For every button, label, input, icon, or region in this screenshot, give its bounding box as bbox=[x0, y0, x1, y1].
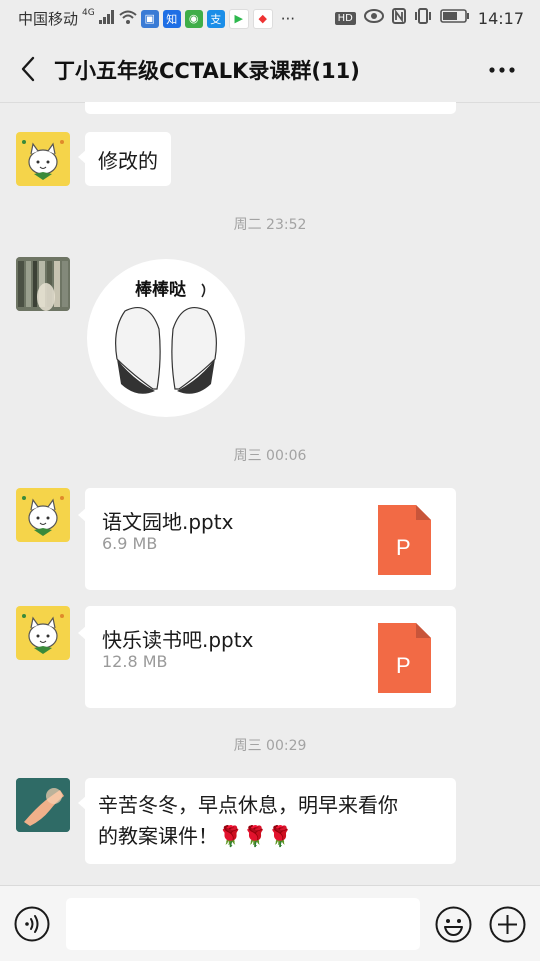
hands-illustration bbox=[115, 283, 217, 394]
voice-button[interactable] bbox=[14, 906, 50, 942]
message-input[interactable] bbox=[66, 898, 420, 950]
status-bar: 中国移动 4G ▣ 知 ◉ 支 ▶ ◆ ··· HD 14:17 bbox=[0, 0, 540, 36]
alipay-icon: 支 bbox=[206, 9, 225, 28]
back-button[interactable] bbox=[12, 53, 44, 85]
file-icon-letter: P bbox=[396, 535, 411, 560]
timestamp: 周二 23:52 bbox=[233, 217, 307, 233]
input-bar bbox=[0, 885, 540, 961]
voice-icon bbox=[14, 906, 50, 942]
chat-header: 丁小五年级CCTALK录课群(11) bbox=[0, 36, 540, 103]
message-bubble[interactable]: 辛苦冬冬，早点休息，明早来看你 的教案课件！🌹🌹🌹 bbox=[78, 778, 456, 864]
vibrate-icon bbox=[414, 8, 432, 28]
clock: 14:17 bbox=[477, 8, 524, 28]
chat-title: 丁小五年级CCTALK录课群(11) bbox=[54, 59, 360, 83]
file-message[interactable]: 快乐读书吧.pptx 12.8 MB P bbox=[78, 606, 456, 708]
app-notification-icon: ▣ bbox=[140, 9, 159, 28]
signal-icon bbox=[98, 9, 115, 28]
message-text-line: 的教案课件！🌹🌹🌹 bbox=[98, 824, 293, 848]
avatar-cat[interactable] bbox=[16, 132, 70, 186]
message-text: 修改的 bbox=[98, 148, 158, 173]
more-dots-icon bbox=[489, 67, 515, 73]
plus-icon bbox=[489, 906, 526, 943]
more-notifications-icon: ··· bbox=[280, 9, 296, 28]
network-type: 4G bbox=[82, 7, 95, 18]
eye-icon bbox=[363, 9, 384, 27]
battery-icon bbox=[440, 9, 470, 27]
file-name: 语文园地.pptx bbox=[102, 510, 234, 534]
previous-message-bubble[interactable] bbox=[85, 102, 456, 114]
message-text-line: 辛苦冬冬，早点休息，明早来看你 bbox=[98, 793, 398, 817]
wifi-icon bbox=[119, 10, 137, 28]
zhihu-icon: 知 bbox=[162, 9, 181, 28]
ppt-file-icon: P bbox=[378, 505, 431, 575]
ppt-file-icon: P bbox=[378, 623, 431, 693]
youku-icon: ◆ bbox=[252, 8, 273, 29]
emoji-icon bbox=[435, 906, 472, 943]
hd-badge: HD bbox=[334, 11, 356, 25]
file-message[interactable]: 语文园地.pptx 6.9 MB P bbox=[78, 488, 456, 590]
file-icon-letter: P bbox=[396, 653, 411, 678]
back-arrow-icon bbox=[21, 56, 35, 82]
play-icon: ▶ bbox=[228, 8, 249, 29]
file-size: 6.9 MB bbox=[102, 534, 158, 553]
avatar-cat[interactable] bbox=[16, 488, 70, 542]
message-bubble[interactable]: 修改的 bbox=[78, 132, 171, 186]
file-name: 快乐读书吧.pptx bbox=[102, 628, 254, 652]
chat-message-list[interactable]: 修改的 周二 23:52 棒棒哒 周三 00:06 语文园地.pptx 6.9 … bbox=[0, 102, 540, 885]
more-functions-button[interactable] bbox=[489, 906, 526, 943]
emoji-button[interactable] bbox=[435, 906, 472, 943]
more-button[interactable] bbox=[486, 56, 518, 84]
avatar-bookshelf[interactable] bbox=[16, 257, 70, 311]
sticker-image[interactable]: 棒棒哒 bbox=[87, 259, 245, 417]
app-notification-icon: ◉ bbox=[184, 9, 203, 28]
file-size: 12.8 MB bbox=[102, 652, 168, 671]
carrier-label: 中国移动 bbox=[18, 10, 79, 28]
avatar-cat[interactable] bbox=[16, 606, 70, 660]
timestamp: 周三 00:06 bbox=[233, 448, 307, 464]
avatar-hand[interactable] bbox=[16, 778, 70, 832]
timestamp: 周三 00:29 bbox=[233, 738, 307, 754]
nfc-icon bbox=[391, 8, 406, 28]
